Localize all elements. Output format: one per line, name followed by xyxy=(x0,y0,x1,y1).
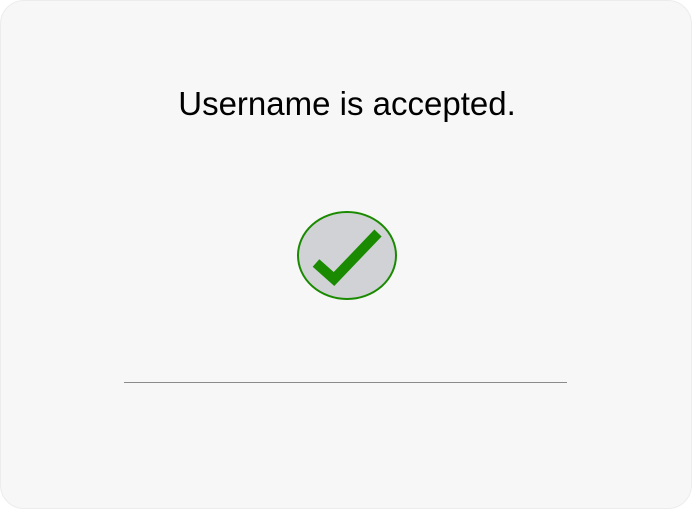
checkmark-success-icon xyxy=(297,211,398,300)
divider-line xyxy=(124,382,567,383)
dialog-card: Username is accepted. xyxy=(0,0,692,509)
status-message: Username is accepted. xyxy=(178,85,516,122)
